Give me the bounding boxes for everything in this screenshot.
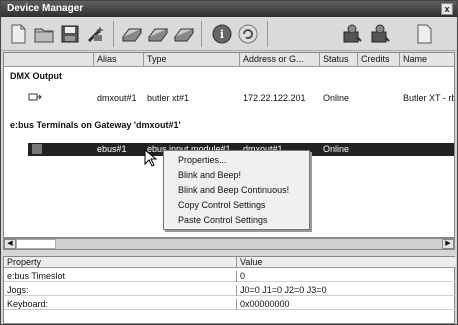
- section-ebus-terminals: e:bus Terminals on Gateway 'dmxout#1': [10, 120, 181, 130]
- dmx-address: 172.22.122.201: [243, 93, 306, 103]
- device-user-icon[interactable]: [369, 23, 391, 45]
- ebus-alias: ebus#1: [97, 144, 127, 154]
- device-remove-icon[interactable]: [173, 23, 195, 45]
- value-column-header[interactable]: Value: [240, 257, 262, 268]
- folder-icon[interactable]: [33, 23, 55, 45]
- column-header: Alias Type Address or G... Status Credit…: [4, 53, 454, 67]
- section-dmx-output: DMX Output: [10, 71, 62, 81]
- title-bar[interactable]: Device Manager x: [1, 1, 457, 17]
- menu-item-properties[interactable]: Properties...: [178, 155, 227, 165]
- device-manager-window: Device Manager x i Alias Type Address or…: [0, 0, 458, 325]
- device-user-icon[interactable]: [341, 23, 363, 45]
- property-row[interactable]: Jogs: J0=0 J1=0 J2=0 J3=0: [4, 285, 456, 296]
- close-button[interactable]: x: [441, 3, 453, 15]
- ebus-status: Online: [323, 144, 350, 154]
- scroll-left-button[interactable]: ◀: [4, 239, 16, 249]
- column-name[interactable]: Name: [400, 53, 454, 67]
- property-value: J0=0 J1=0 J2=0 J3=0: [240, 285, 327, 295]
- properties-panel: Property Value e:bus Timeslot 0 Jogs: J0…: [3, 256, 456, 324]
- page-icon[interactable]: [413, 23, 435, 45]
- toolbar-separator: [113, 21, 114, 47]
- property-name: e:bus Timeslot: [7, 271, 237, 282]
- property-name: Keyboard:: [7, 299, 237, 310]
- menu-item-paste-control-settings[interactable]: Paste Control Settings: [178, 215, 268, 225]
- column-alias[interactable]: Alias: [94, 53, 144, 67]
- svg-text:i: i: [220, 28, 224, 41]
- context-menu: Properties... Blink and Beep! Blink and …: [163, 150, 310, 230]
- toolbar-separator: [267, 21, 268, 47]
- property-row[interactable]: Keyboard: 0x00000000: [4, 299, 456, 310]
- device-icon[interactable]: [121, 23, 143, 45]
- property-row[interactable]: e:bus Timeslot 0: [4, 271, 456, 282]
- column-type[interactable]: Type: [144, 53, 240, 67]
- dmx-status: Online: [323, 93, 350, 103]
- dmx-name: Butler XT - rb: [403, 93, 455, 103]
- wizard-icon[interactable]: [85, 23, 107, 45]
- column-credits[interactable]: Credits: [358, 53, 400, 67]
- property-column-header[interactable]: Property: [7, 257, 237, 268]
- column-status[interactable]: Status: [320, 53, 358, 67]
- refresh-icon[interactable]: [237, 23, 259, 45]
- property-value: 0x00000000: [240, 299, 290, 309]
- property-name: Jogs:: [7, 285, 237, 296]
- horizontal-scrollbar[interactable]: ◀ ▶: [3, 238, 455, 250]
- scroll-right-button[interactable]: ▶: [442, 239, 454, 249]
- menu-item-blink-beep-continuous[interactable]: Blink and Beep Continuous!: [178, 185, 289, 195]
- output-device-icon: [28, 92, 42, 104]
- dmx-alias[interactable]: dmxout#1: [97, 93, 137, 103]
- toolbar: i: [1, 17, 457, 51]
- toolbar-separator: [201, 21, 202, 47]
- properties-header: Property Value: [4, 257, 456, 268]
- menu-item-blink-beep[interactable]: Blink and Beep!: [178, 170, 241, 180]
- column-address[interactable]: Address or G...: [240, 53, 320, 67]
- module-icon: [32, 144, 42, 154]
- column-blank: [4, 53, 94, 67]
- menu-item-copy-control-settings[interactable]: Copy Control Settings: [178, 200, 266, 210]
- save-icon[interactable]: [59, 23, 81, 45]
- dmx-type: butler xt#1: [147, 93, 190, 103]
- window-title: Device Manager: [7, 3, 84, 14]
- new-page-icon[interactable]: [7, 23, 29, 45]
- scroll-thumb[interactable]: [16, 239, 56, 249]
- property-value: 0: [240, 271, 246, 281]
- mouse-cursor-icon: [144, 149, 158, 169]
- device-add-icon[interactable]: [147, 23, 169, 45]
- info-icon[interactable]: i: [211, 23, 233, 45]
